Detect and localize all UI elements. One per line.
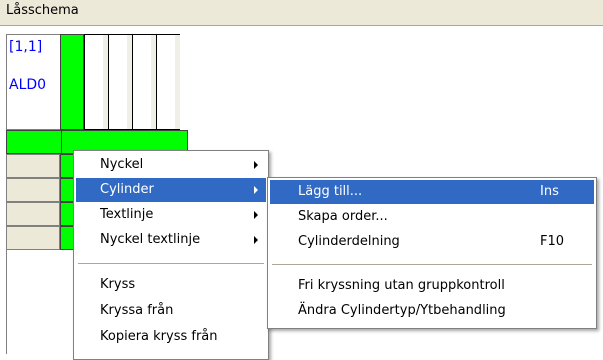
menu-item-label: Kryssa från: [100, 303, 174, 318]
menu-item-textlinje[interactable]: Textlinje: [76, 203, 266, 227]
submenu-arrow-icon: [254, 211, 258, 219]
menu-item-cylinder[interactable]: Cylinder: [76, 178, 266, 202]
submenu-arrow-icon: [254, 161, 258, 169]
grid-green-row-header: [7, 131, 62, 153]
grid-key-column[interactable]: [156, 34, 180, 130]
window-title-bar: Låsschema: [0, 0, 603, 26]
menu-item-label: Skapa order...: [298, 209, 388, 224]
menu-item-label: Textlinje: [100, 207, 154, 222]
grid-left-border: [6, 154, 7, 354]
menu-item-label: Fri kryssning utan gruppkontroll: [298, 278, 505, 293]
grid-reference-label: [1,1]: [9, 39, 43, 55]
submenu-arrow-icon: [254, 186, 258, 194]
grid-row-header[interactable]: [6, 154, 60, 178]
grid-key-column[interactable]: [108, 34, 132, 130]
submenu-item-cylinderdelning[interactable]: Cylinderdelning F10: [270, 230, 594, 254]
menu-item-label: Kryss: [100, 277, 136, 292]
menu-item-nyckel[interactable]: Nyckel: [76, 153, 266, 177]
submenu-item-andra-cylindertyp[interactable]: Ändra Cylindertyp/Ytbehandling: [270, 299, 594, 323]
menu-item-label: Nyckel textlinje: [100, 232, 201, 247]
submenu-item-lagg-till[interactable]: Lägg till... Ins: [270, 180, 594, 204]
grid-row-label: ALD0: [9, 77, 47, 93]
menu-separator: [78, 263, 264, 264]
menu-item-nyckel-textlinje[interactable]: Nyckel textlinje: [76, 228, 266, 252]
menu-shortcut: F10: [540, 234, 565, 249]
grid-key-column[interactable]: [132, 34, 156, 130]
context-menu: Nyckel Cylinder Textlinje Nyckel textlin…: [73, 150, 269, 360]
grid-key-column[interactable]: [84, 34, 108, 130]
menu-item-kryss[interactable]: Kryss: [76, 273, 266, 297]
submenu-item-fri-kryssning[interactable]: Fri kryssning utan gruppkontroll: [270, 274, 594, 298]
menu-item-label: Ändra Cylindertyp/Ytbehandling: [298, 303, 506, 318]
cylinder-submenu: Lägg till... Ins Skapa order... Cylinder…: [267, 177, 597, 329]
menu-shortcut: Ins: [540, 184, 559, 199]
menu-item-kopiera-kryss-fran[interactable]: Kopiera kryss från: [76, 325, 266, 349]
menu-item-label: Cylinder: [100, 182, 154, 197]
menu-item-label: Nyckel: [100, 157, 144, 172]
menu-item-label: Cylinderdelning: [298, 234, 400, 249]
menu-item-kryssa-fran[interactable]: Kryssa från: [76, 299, 266, 323]
menu-item-label: Lägg till...: [298, 184, 363, 199]
window-title: Låsschema: [6, 3, 79, 18]
menu-separator: [272, 264, 592, 265]
grid-row-header[interactable]: [6, 202, 60, 226]
grid-green-column[interactable]: [60, 34, 84, 130]
submenu-item-skapa-order[interactable]: Skapa order...: [270, 205, 594, 229]
grid-row-header[interactable]: [6, 226, 60, 250]
submenu-arrow-icon: [254, 236, 258, 244]
grid-row-header[interactable]: [6, 178, 60, 202]
menu-item-label: Kopiera kryss från: [100, 329, 218, 344]
